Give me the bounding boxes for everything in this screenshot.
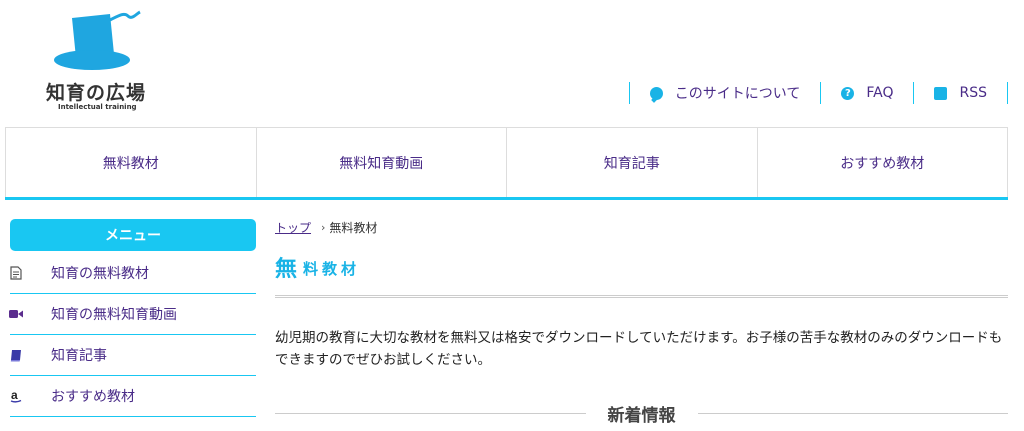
breadcrumb-home-link[interactable]: トップ bbox=[275, 219, 311, 236]
sidebar: メニュー 知育の無料教材 知育の無料知育動画 知育記事 a おすすめ教材 bbox=[9, 219, 256, 417]
top-links: このサイトについて ? FAQ RSS bbox=[628, 82, 1008, 104]
sidebar-item-label: 知育記事 bbox=[51, 348, 107, 364]
document-icon bbox=[9, 266, 23, 280]
sidebar-item-label: 知育の無料知育動画 bbox=[51, 307, 177, 323]
top-link-about[interactable]: このサイトについて bbox=[628, 82, 821, 104]
divider bbox=[275, 413, 586, 414]
question-icon: ? bbox=[841, 86, 855, 100]
news-heading-label: 新着情報 bbox=[607, 406, 676, 426]
sidebar-item-free-materials[interactable]: 知育の無料教材 bbox=[10, 253, 256, 294]
page-description: 幼児期の教育に大切な教材を無料又は格安でダウンロードしていただけます。お子様の苦… bbox=[275, 330, 1003, 368]
top-link-label: RSS bbox=[959, 85, 987, 101]
breadcrumb-separator: › bbox=[321, 221, 326, 234]
global-nav: 無料教材 無料知育動画 知育記事 おすすめ教材 bbox=[5, 127, 1008, 200]
nav-item-free-videos[interactable]: 無料知育動画 bbox=[255, 128, 507, 197]
logo-title: 知育の広場 bbox=[46, 82, 147, 104]
sidebar-item-label: 知育の無料教材 bbox=[51, 266, 149, 282]
page-title-first-char: 無 bbox=[275, 256, 298, 282]
main-content: トップ › 無料教材 無 料教材 幼児期の教育に大切な教材を無料又は格安でダウン… bbox=[275, 219, 1008, 426]
sidebar-item-label: おすすめ教材 bbox=[51, 389, 135, 405]
top-hat-logo-icon bbox=[54, 10, 141, 70]
nav-item-recommended[interactable]: おすすめ教材 bbox=[756, 128, 1008, 197]
site-logo[interactable]: 知育の広場 Intellectual training bbox=[46, 10, 156, 111]
news-heading: 新着情報 bbox=[275, 401, 1008, 426]
top-link-faq[interactable]: ? FAQ bbox=[820, 82, 913, 104]
divider bbox=[697, 413, 1008, 414]
rss-icon bbox=[934, 86, 948, 100]
page-title-rest: 料教材 bbox=[303, 260, 361, 278]
breadcrumb: トップ › 無料教材 bbox=[275, 219, 1008, 236]
sidebar-menu-list: 知育の無料教材 知育の無料知育動画 知育記事 a おすすめ教材 bbox=[9, 253, 256, 417]
nav-item-articles[interactable]: 知育記事 bbox=[506, 128, 757, 197]
sidebar-item-articles[interactable]: 知育記事 bbox=[10, 335, 256, 376]
nav-item-free-materials[interactable]: 無料教材 bbox=[5, 128, 256, 197]
video-camera-icon bbox=[9, 307, 23, 321]
logo-subtitle: Intellectual training bbox=[58, 103, 137, 111]
site-header: 知育の広場 Intellectual training このサイトについて ? … bbox=[0, 0, 1024, 127]
amazon-icon: a bbox=[9, 389, 23, 403]
sidebar-item-recommended[interactable]: a おすすめ教材 bbox=[10, 376, 256, 417]
sidebar-menu-header: メニュー bbox=[10, 219, 256, 251]
chat-bubble-icon bbox=[649, 86, 663, 100]
top-link-rss[interactable]: RSS bbox=[913, 82, 1008, 104]
sidebar-item-free-videos[interactable]: 知育の無料知育動画 bbox=[9, 294, 256, 335]
breadcrumb-current: 無料教材 bbox=[329, 221, 378, 235]
page-title: 無 料教材 bbox=[275, 248, 1008, 298]
book-icon bbox=[9, 348, 23, 362]
top-link-label: FAQ bbox=[866, 85, 894, 101]
top-link-label: このサイトについて bbox=[674, 86, 801, 102]
svg-text:a: a bbox=[11, 389, 18, 402]
